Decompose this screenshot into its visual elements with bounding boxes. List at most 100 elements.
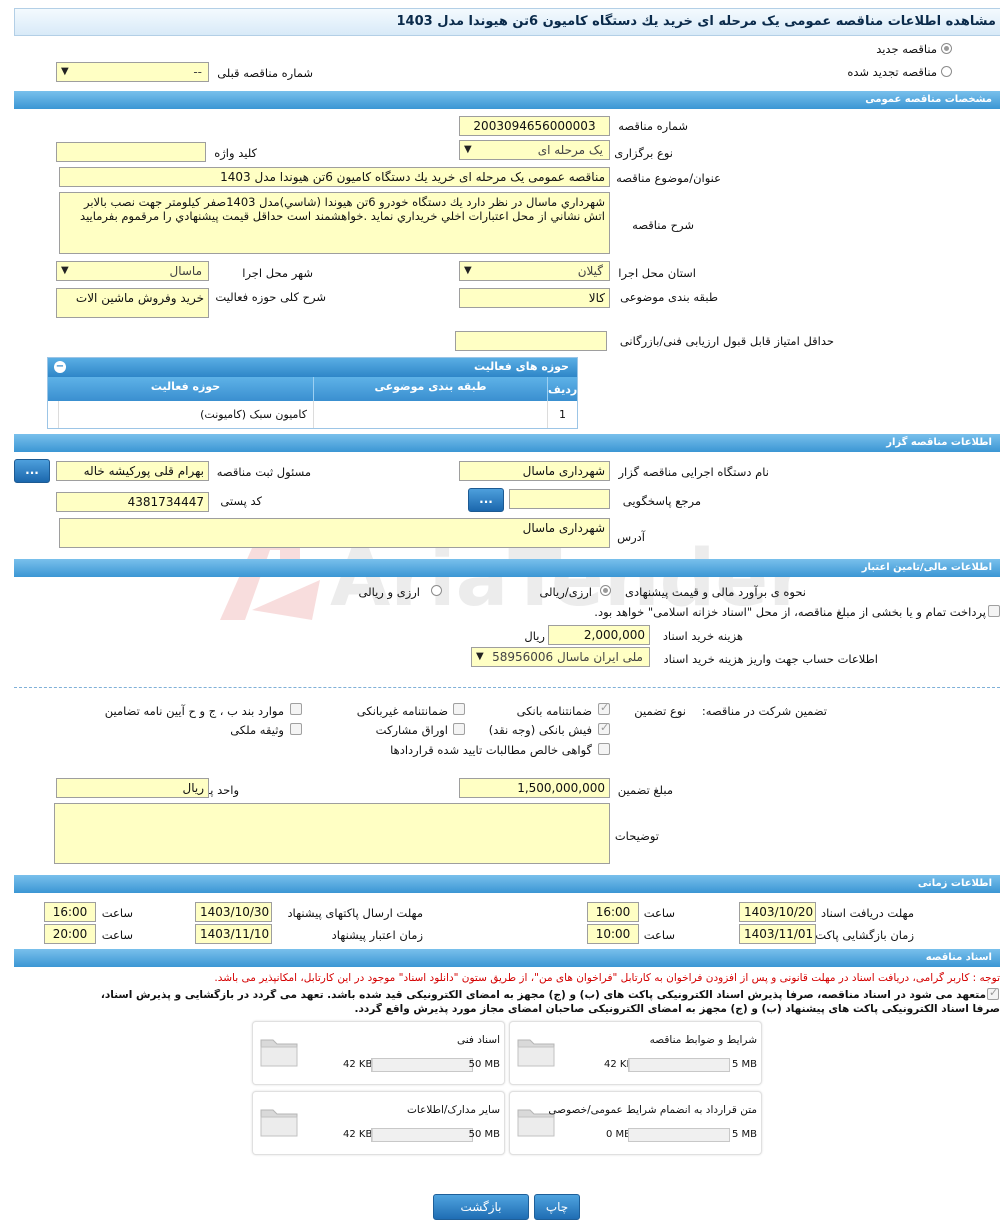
tender-number-field[interactable]: 2003094656000003	[459, 116, 610, 136]
document-item[interactable]: شرایط و ضوابط مناقصه 42 KB 5 MB	[509, 1021, 762, 1085]
property-deed-label: وثیقه ملکی	[230, 723, 284, 737]
divider	[14, 687, 1000, 688]
table-row[interactable]: 1 کامیون سبک (کامیونت)	[48, 401, 577, 428]
open-time-field[interactable]: 10:00	[587, 924, 639, 944]
province-select[interactable]: ▼ گیلان	[459, 261, 610, 281]
row-number: 1	[547, 401, 577, 428]
document-name: متن قرارداد به انضمام شرایط عمومی/خصوصی	[548, 1104, 757, 1116]
commit-checkbox[interactable]	[987, 986, 999, 1000]
document-max-size: 50 MB	[468, 1059, 500, 1070]
send-label: مهلت ارسال پاکتهای پیشنهاد	[287, 906, 423, 920]
document-progress	[371, 1128, 473, 1142]
guarantee-amount-field[interactable]: 1,500,000,000	[459, 778, 610, 798]
document-progress-fill	[372, 1059, 373, 1071]
address-label: آدرس	[617, 530, 645, 544]
subject-label: عنوان/موضوع مناقصه	[616, 171, 721, 185]
validity-time-field[interactable]: 20:00	[44, 924, 96, 944]
nonbank-guarantee-checkbox[interactable]	[453, 703, 465, 715]
prev-number-select[interactable]: ▼ --	[56, 62, 209, 82]
print-button[interactable]: چاپ	[534, 1194, 580, 1220]
min-score-field[interactable]	[455, 331, 607, 351]
bank-receipt-checkbox[interactable]	[598, 721, 610, 735]
document-progress-fill	[629, 1059, 630, 1071]
guarantee-type-label: نوع تضمین	[634, 704, 686, 718]
document-item[interactable]: متن قرارداد به انضمام شرایط عمومی/خصوصی …	[509, 1091, 762, 1155]
document-size: 42 KB	[343, 1129, 373, 1140]
document-item[interactable]: اسناد فنی 42 KB 50 MB	[252, 1021, 505, 1085]
document-progress-fill	[372, 1129, 373, 1141]
regulation-items-checkbox[interactable]	[290, 703, 302, 715]
reference-lookup-button[interactable]: ...	[468, 488, 504, 512]
estimate-option-2-label: ارزی و ریالی	[358, 585, 420, 599]
receive-time-label: ساعت	[643, 906, 675, 920]
receive-time-field[interactable]: 16:00	[587, 902, 639, 922]
holding-type-select[interactable]: ▼ یک مرحله ای	[459, 140, 610, 160]
treasury-text: پرداخت تمام و یا بخشی از مبلغ مناقصه، از…	[594, 605, 986, 619]
treasury-checkbox[interactable]	[988, 605, 1000, 617]
document-size: 42 KB	[343, 1059, 373, 1070]
org-field[interactable]: شهرداری ماسال	[459, 461, 610, 481]
reference-field[interactable]	[509, 489, 610, 509]
chevron-down-icon: ▼	[464, 265, 472, 276]
description-label: شرح مناقصه	[632, 218, 694, 232]
doc-fee-label: هزینه خرید اسناد	[662, 629, 743, 643]
document-progress	[371, 1058, 473, 1072]
chevron-down-icon: ▼	[61, 265, 69, 276]
col-category-header[interactable]: طبقه بندی موضوعی	[313, 377, 547, 401]
section-finance: اطلاعات مالی/تامین اعتبار	[14, 559, 1000, 577]
bank-receipt-label: فیش بانکی (وجه نقد)	[488, 723, 592, 737]
reference-label: مرجع پاسخگویی	[622, 494, 701, 508]
bank-guarantee-label: ضمانتنامه بانکی	[516, 704, 592, 718]
open-label: زمان بازگشایی پاکت ها	[802, 928, 914, 942]
category-field[interactable]: کالا	[459, 288, 610, 308]
doc-fee-field[interactable]: 2,000,000	[548, 625, 650, 645]
col-field-header[interactable]: حوزه فعالیت	[58, 377, 313, 401]
renewed-tender-label: مناقصه تجدید شده	[847, 65, 937, 79]
estimate-option-1-radio[interactable]	[600, 585, 611, 596]
net-claims-label: گواهی خالص مطالبات تایید شده قراردادها	[390, 743, 592, 757]
document-item[interactable]: سایر مدارک/اطلاعات 42 KB 50 MB	[252, 1091, 505, 1155]
document-progress	[628, 1128, 730, 1142]
currency-field[interactable]: ریال	[56, 778, 209, 798]
collapse-icon[interactable]: −	[54, 361, 66, 373]
new-tender-radio[interactable]	[941, 43, 952, 54]
row-category	[313, 401, 547, 428]
section-documents: اسناد مناقصه	[14, 949, 1000, 967]
back-button[interactable]: بازگشت	[433, 1194, 529, 1220]
account-label: اطلاعات حساب جهت واریز هزینه خرید اسناد	[663, 652, 878, 666]
subject-field[interactable]: مناقصه عمومی یک مرحله ای خرید یك دستگاه …	[59, 167, 610, 187]
new-tender-label: مناقصه جدید	[876, 42, 937, 56]
registrar-lookup-button[interactable]: ...	[14, 459, 50, 483]
renewed-tender-radio[interactable]	[941, 66, 952, 77]
net-claims-checkbox[interactable]	[598, 743, 610, 755]
receive-date-field[interactable]: 1403/10/20	[739, 902, 816, 922]
keyword-field[interactable]	[56, 142, 206, 162]
property-deed-checkbox[interactable]	[290, 723, 302, 735]
doc-fee-unit: ریال	[524, 629, 545, 643]
postal-field[interactable]: 4381734447	[56, 492, 209, 512]
validity-label: زمان اعتبار پیشنهاد	[331, 928, 423, 942]
keyword-label: کلید واژه	[214, 146, 257, 160]
activity-desc-field[interactable]: خرید وفروش ماشین الات	[56, 288, 209, 318]
tender-number-label: شماره مناقصه	[618, 119, 688, 133]
col-row-header[interactable]: ردیف	[547, 377, 577, 401]
prev-number-label: شماره مناقصه قبلی	[217, 66, 313, 80]
send-time-field[interactable]: 16:00	[44, 902, 96, 922]
bank-guarantee-checkbox[interactable]	[598, 701, 610, 715]
row-field: کامیون سبک (کامیونت)	[58, 401, 313, 428]
registrar-field[interactable]: بهرام قلی پورکیشه خاله	[56, 461, 209, 481]
holding-type-label: نوع برگزاری	[614, 146, 673, 160]
account-select[interactable]: ▼ ملی ایران ماسال 58956006	[471, 647, 650, 667]
document-max-size: 5 MB	[731, 1059, 757, 1070]
estimate-option-2-radio[interactable]	[431, 585, 442, 596]
address-field[interactable]: شهرداری ماسال	[59, 518, 610, 548]
folder-icon	[260, 1109, 298, 1137]
validity-date-field[interactable]: 1403/11/10	[195, 924, 272, 944]
open-date-field[interactable]: 1403/11/01	[739, 924, 816, 944]
send-date-field[interactable]: 1403/10/30	[195, 902, 272, 922]
description-field[interactable]: شهرداري ماسال در نظر دارد يك دستگاه خودر…	[59, 192, 610, 254]
folder-icon	[260, 1039, 298, 1067]
participation-bonds-checkbox[interactable]	[453, 723, 465, 735]
notes-field[interactable]	[54, 803, 610, 864]
city-select[interactable]: ▼ ماسال	[56, 261, 209, 281]
